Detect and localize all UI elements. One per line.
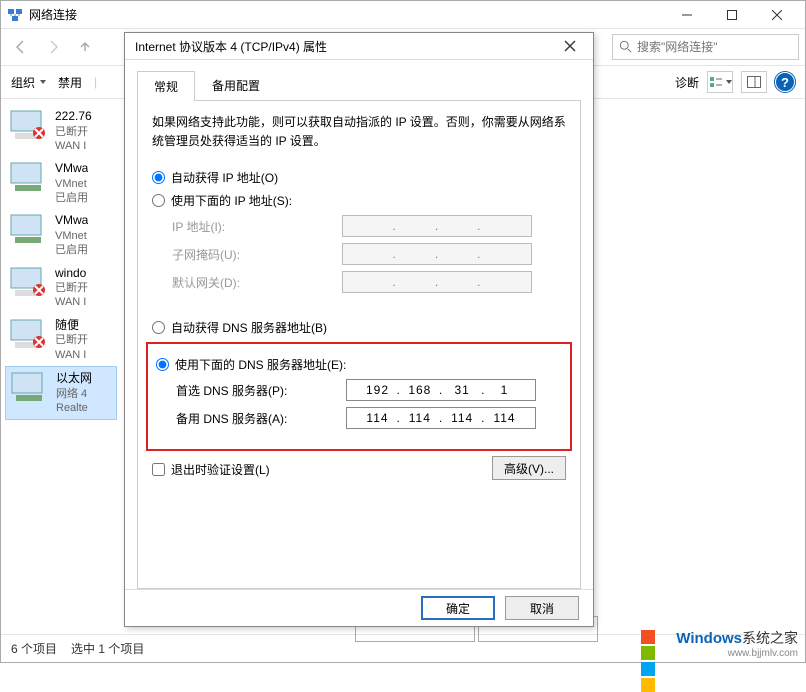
tab-content: 如果网络支持此功能，则可以获取自动指派的 IP 设置。否则，你需要从网络系统管理… — [137, 101, 581, 589]
adapter-icon — [7, 161, 49, 195]
nav-forward-button[interactable] — [39, 33, 67, 61]
radio-ip-manual-input[interactable] — [152, 194, 165, 207]
label-subnet-mask: 子网掩码(U): — [172, 246, 342, 263]
label-ip-address: IP 地址(I): — [172, 218, 342, 235]
help-button[interactable]: ? — [775, 72, 795, 92]
input-ip-address: ... — [342, 215, 532, 237]
dialog-close-button[interactable] — [557, 33, 583, 59]
input-preferred-dns[interactable]: 192. 168. 31. 1 — [346, 379, 536, 401]
parent-titlebar: 网络连接 — [1, 1, 805, 29]
ipv4-properties-dialog: Internet 协议版本 4 (TCP/IPv4) 属性 常规 备用配置 如果… — [124, 32, 594, 627]
radio-dns-auto-input[interactable] — [152, 321, 165, 334]
organize-menu[interactable]: 组织 — [11, 74, 46, 91]
label-alternate-dns: 备用 DNS 服务器(A): — [176, 410, 346, 427]
radio-ip-auto-input[interactable] — [152, 171, 165, 184]
adapter-icon — [7, 318, 49, 352]
chevron-down-icon — [40, 80, 46, 84]
diagnose-button[interactable]: 诊断 — [675, 74, 699, 91]
preview-pane-button[interactable] — [741, 71, 767, 93]
network-list: 222.76已断开WAN I VMwaVMnet已启用 VMwaVMnet已启用… — [1, 99, 121, 634]
status-selected-count: 选中 1 个项目 — [71, 640, 144, 657]
annotation-red-frame: 使用下面的 DNS 服务器地址(E): 首选 DNS 服务器(P): 192. … — [146, 342, 572, 451]
watermark-url: www.bjjmlv.com — [676, 648, 798, 659]
watermark: Windows系统之家 www.bjjmlv.com — [640, 628, 798, 659]
search-box[interactable] — [612, 34, 799, 60]
radio-ip-manual[interactable]: 使用下面的 IP 地址(S): — [152, 192, 566, 209]
network-icon — [7, 7, 23, 23]
ok-button[interactable]: 确定 — [421, 596, 495, 620]
status-item-count: 6 个项目 — [11, 640, 57, 657]
view-menu[interactable] — [707, 71, 733, 93]
radio-ip-auto[interactable]: 自动获得 IP 地址(O) — [152, 169, 566, 186]
windows-logo-icon — [640, 629, 670, 659]
checkbox-validate-input[interactable] — [152, 463, 165, 476]
label-gateway: 默认网关(D): — [172, 274, 342, 291]
close-button[interactable] — [754, 1, 799, 29]
nav-up-button[interactable] — [71, 33, 99, 61]
dialog-footer: 确定 取消 — [125, 589, 593, 626]
chevron-down-icon — [726, 80, 732, 84]
radio-dns-auto[interactable]: 自动获得 DNS 服务器地址(B) — [152, 319, 566, 336]
list-item[interactable]: 以太网网络 4Realte — [5, 366, 117, 420]
close-icon — [564, 40, 576, 52]
intro-text: 如果网络支持此功能，则可以获取自动指派的 IP 设置。否则，你需要从网络系统管理… — [152, 113, 566, 151]
minimize-button[interactable] — [664, 1, 709, 29]
list-item[interactable]: 随便已断开WAN I — [5, 314, 117, 366]
tab-general[interactable]: 常规 — [137, 71, 195, 101]
disable-button[interactable]: 禁用 — [58, 74, 82, 91]
list-item[interactable]: VMwaVMnet已启用 — [5, 157, 117, 209]
adapter-icon — [7, 213, 49, 247]
label-preferred-dns: 首选 DNS 服务器(P): — [176, 382, 346, 399]
tab-alternate[interactable]: 备用配置 — [195, 70, 277, 100]
adapter-icon — [7, 109, 49, 143]
input-subnet-mask: ... — [342, 243, 532, 265]
search-icon — [619, 40, 633, 54]
nav-back-button[interactable] — [7, 33, 35, 61]
input-gateway: ... — [342, 271, 532, 293]
maximize-button[interactable] — [709, 1, 754, 29]
list-item[interactable]: windo已断开WAN I — [5, 262, 117, 314]
dialog-title: Internet 协议版本 4 (TCP/IPv4) 属性 — [135, 38, 557, 55]
advanced-button[interactable]: 高级(V)... — [492, 456, 566, 480]
radio-dns-manual-input[interactable] — [156, 358, 169, 371]
dialog-tabs: 常规 备用配置 — [137, 70, 581, 101]
cancel-button[interactable]: 取消 — [505, 596, 579, 620]
parent-title: 网络连接 — [29, 6, 664, 23]
adapter-icon — [8, 371, 50, 405]
input-alternate-dns[interactable]: 114. 114. 114. 114 — [346, 407, 536, 429]
search-input[interactable] — [637, 40, 792, 54]
dialog-titlebar: Internet 协议版本 4 (TCP/IPv4) 属性 — [125, 33, 593, 60]
list-item[interactable]: 222.76已断开WAN I — [5, 105, 117, 157]
adapter-icon — [7, 266, 49, 300]
list-item[interactable]: VMwaVMnet已启用 — [5, 209, 117, 261]
radio-dns-manual[interactable]: 使用下面的 DNS 服务器地址(E): — [156, 356, 562, 373]
